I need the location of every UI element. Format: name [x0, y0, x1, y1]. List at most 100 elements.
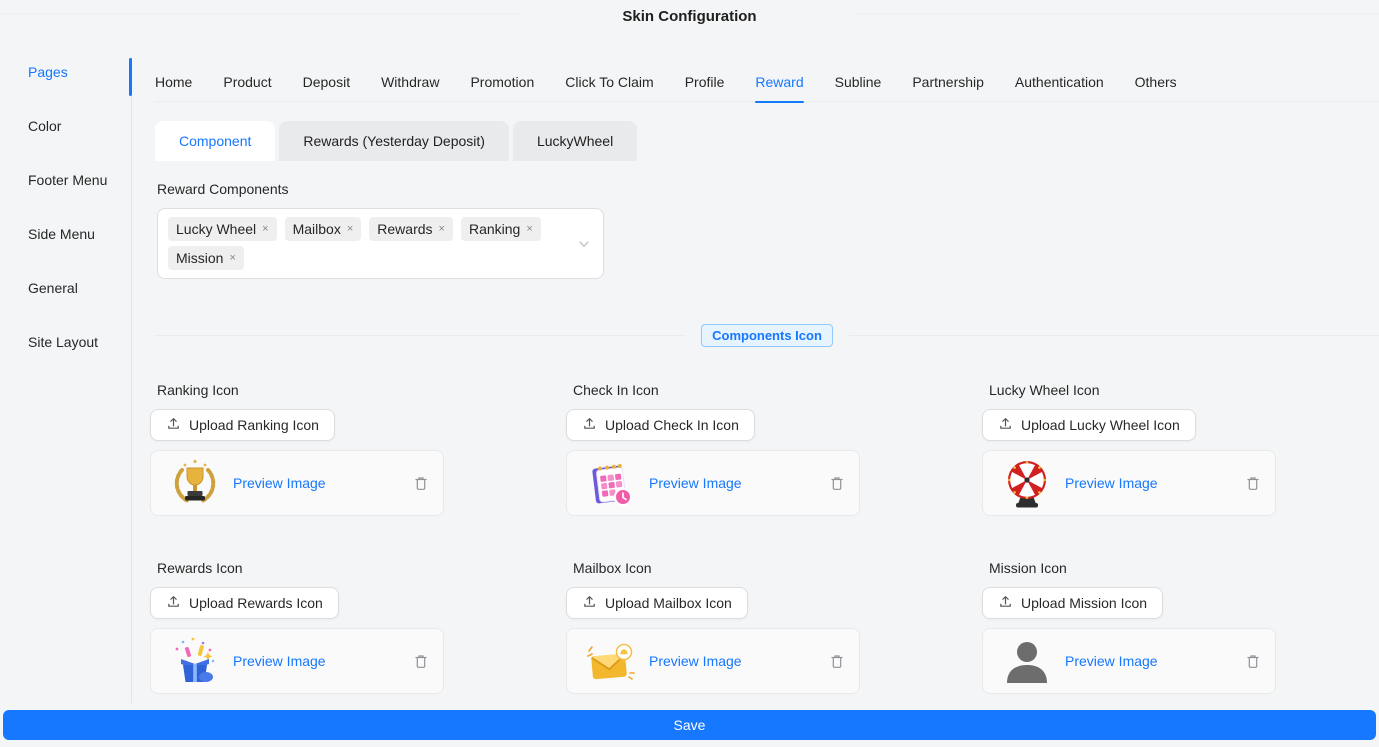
preview-image-link[interactable]: Preview Image	[649, 653, 742, 669]
tag-label: Rewards	[377, 217, 432, 241]
tag-label: Ranking	[469, 217, 520, 241]
preview-image-link[interactable]: Preview Image	[1065, 475, 1158, 491]
icon-section-check-in: Check In Icon Upload Check In Icon	[566, 382, 860, 516]
divider-line	[849, 335, 1379, 336]
reward-components-label: Reward Components	[157, 181, 1379, 198]
sidebar-item-site-layout[interactable]: Site Layout	[0, 334, 131, 351]
upload-button-label: Upload Ranking Icon	[189, 417, 319, 433]
trash-icon[interactable]	[413, 653, 429, 670]
lucky-wheel-icon	[1001, 457, 1053, 509]
section-label: Mission Icon	[989, 560, 1276, 577]
upload-button-label: Upload Mailbox Icon	[605, 595, 732, 611]
section-label: Mailbox Icon	[573, 560, 860, 577]
section-label: Check In Icon	[573, 382, 860, 399]
divider-line	[857, 13, 1379, 14]
upload-mailbox-icon-button[interactable]: Upload Mailbox Icon	[566, 587, 748, 619]
tab-authentication[interactable]: Authentication	[1015, 73, 1104, 91]
icon-section-rewards: Rewards Icon Upload Rewards Icon	[150, 560, 444, 694]
subtab-rewards-yesterday-deposit[interactable]: Rewards (Yesterday Deposit)	[279, 121, 509, 161]
icon-section-ranking: Ranking Icon Upload Ranking Icon	[150, 382, 444, 516]
trash-icon[interactable]	[413, 475, 429, 492]
title-divider: Skin Configuration	[0, 2, 1379, 25]
close-icon[interactable]: ×	[439, 224, 445, 235]
envelope-icon	[585, 635, 637, 687]
tab-others[interactable]: Others	[1135, 73, 1177, 91]
subtab-luckywheel[interactable]: LuckyWheel	[513, 121, 637, 161]
gift-box-icon	[169, 635, 221, 687]
sidebar-item-color[interactable]: Color	[0, 118, 131, 135]
preview-card: Preview Image	[150, 450, 444, 516]
upload-check-in-icon-button[interactable]: Upload Check In Icon	[566, 409, 755, 441]
tab-reward[interactable]: Reward	[755, 73, 803, 91]
upload-button-label: Upload Lucky Wheel Icon	[1021, 417, 1180, 433]
preview-card: Preview Image	[150, 628, 444, 694]
person-icon	[1001, 635, 1053, 687]
tab-partnership[interactable]: Partnership	[912, 73, 984, 91]
tag-ranking: Ranking ×	[461, 217, 541, 241]
close-icon[interactable]: ×	[262, 224, 268, 235]
reward-subtabs: Component Rewards (Yesterday Deposit) Lu…	[155, 121, 1379, 161]
calendar-check-icon	[585, 457, 637, 509]
components-icon-badge[interactable]: Components Icon	[701, 324, 833, 347]
upload-icon	[166, 594, 181, 612]
trash-icon[interactable]	[1245, 475, 1261, 492]
icon-section-mission: Mission Icon Upload Mission Icon Preview…	[982, 560, 1276, 694]
sidebar: Pages Color Footer Menu Side Menu Genera…	[0, 64, 131, 351]
section-label: Ranking Icon	[157, 382, 444, 399]
upload-lucky-wheel-icon-button[interactable]: Upload Lucky Wheel Icon	[982, 409, 1196, 441]
save-button[interactable]: Save	[3, 710, 1376, 740]
reward-components-select[interactable]: Lucky Wheel × Mailbox × Rewards × Rankin…	[157, 208, 604, 279]
preview-card: Preview Image	[982, 628, 1276, 694]
trophy-icon	[169, 457, 221, 509]
page-title: Skin Configuration	[622, 2, 756, 25]
sidebar-item-side-menu[interactable]: Side Menu	[0, 226, 131, 243]
tab-subline[interactable]: Subline	[835, 73, 882, 91]
components-icon-grid: Ranking Icon Upload Ranking Icon	[150, 382, 1379, 694]
trash-icon[interactable]	[1245, 653, 1261, 670]
page-tabs: Home Product Deposit Withdraw Promotion …	[155, 60, 1379, 102]
main-content: Home Product Deposit Withdraw Promotion …	[131, 40, 1379, 694]
components-icon-divider: Components Icon	[155, 324, 1379, 347]
preview-image-link[interactable]: Preview Image	[1065, 653, 1158, 669]
sidebar-item-general[interactable]: General	[0, 280, 131, 297]
preview-image-link[interactable]: Preview Image	[233, 475, 326, 491]
tab-home[interactable]: Home	[155, 73, 192, 91]
tab-promotion[interactable]: Promotion	[470, 73, 534, 91]
tag-label: Mailbox	[293, 217, 341, 241]
chevron-down-icon	[577, 237, 591, 251]
upload-icon	[998, 416, 1013, 434]
close-icon[interactable]: ×	[347, 224, 353, 235]
icon-section-lucky-wheel: Lucky Wheel Icon Upload Lucky Wheel Icon	[982, 382, 1276, 516]
tag-rewards: Rewards ×	[369, 217, 453, 241]
upload-button-label: Upload Check In Icon	[605, 417, 739, 433]
tab-product[interactable]: Product	[223, 73, 271, 91]
sidebar-item-footer-menu[interactable]: Footer Menu	[0, 172, 131, 189]
tag-mission: Mission ×	[168, 246, 244, 270]
preview-card: Preview Image	[566, 450, 860, 516]
tag-label: Mission	[176, 246, 223, 270]
section-label: Rewards Icon	[157, 560, 444, 577]
upload-ranking-icon-button[interactable]: Upload Ranking Icon	[150, 409, 335, 441]
preview-image-link[interactable]: Preview Image	[233, 653, 326, 669]
close-icon[interactable]: ×	[229, 253, 235, 264]
preview-card: Preview Image	[982, 450, 1276, 516]
tab-click-to-claim[interactable]: Click To Claim	[565, 73, 653, 91]
tab-withdraw[interactable]: Withdraw	[381, 73, 439, 91]
tag-label: Lucky Wheel	[176, 217, 256, 241]
subtab-component[interactable]: Component	[155, 121, 275, 161]
tab-profile[interactable]: Profile	[685, 73, 725, 91]
upload-icon	[582, 594, 597, 612]
tag-lucky-wheel: Lucky Wheel ×	[168, 217, 277, 241]
sidebar-item-pages[interactable]: Pages	[0, 64, 131, 81]
close-icon[interactable]: ×	[526, 224, 532, 235]
upload-mission-icon-button[interactable]: Upload Mission Icon	[982, 587, 1163, 619]
upload-icon	[166, 416, 181, 434]
trash-icon[interactable]	[829, 475, 845, 492]
trash-icon[interactable]	[829, 653, 845, 670]
upload-icon	[582, 416, 597, 434]
preview-image-link[interactable]: Preview Image	[649, 475, 742, 491]
divider-line	[0, 13, 522, 14]
upload-rewards-icon-button[interactable]: Upload Rewards Icon	[150, 587, 339, 619]
section-label: Lucky Wheel Icon	[989, 382, 1276, 399]
tab-deposit[interactable]: Deposit	[303, 73, 350, 91]
